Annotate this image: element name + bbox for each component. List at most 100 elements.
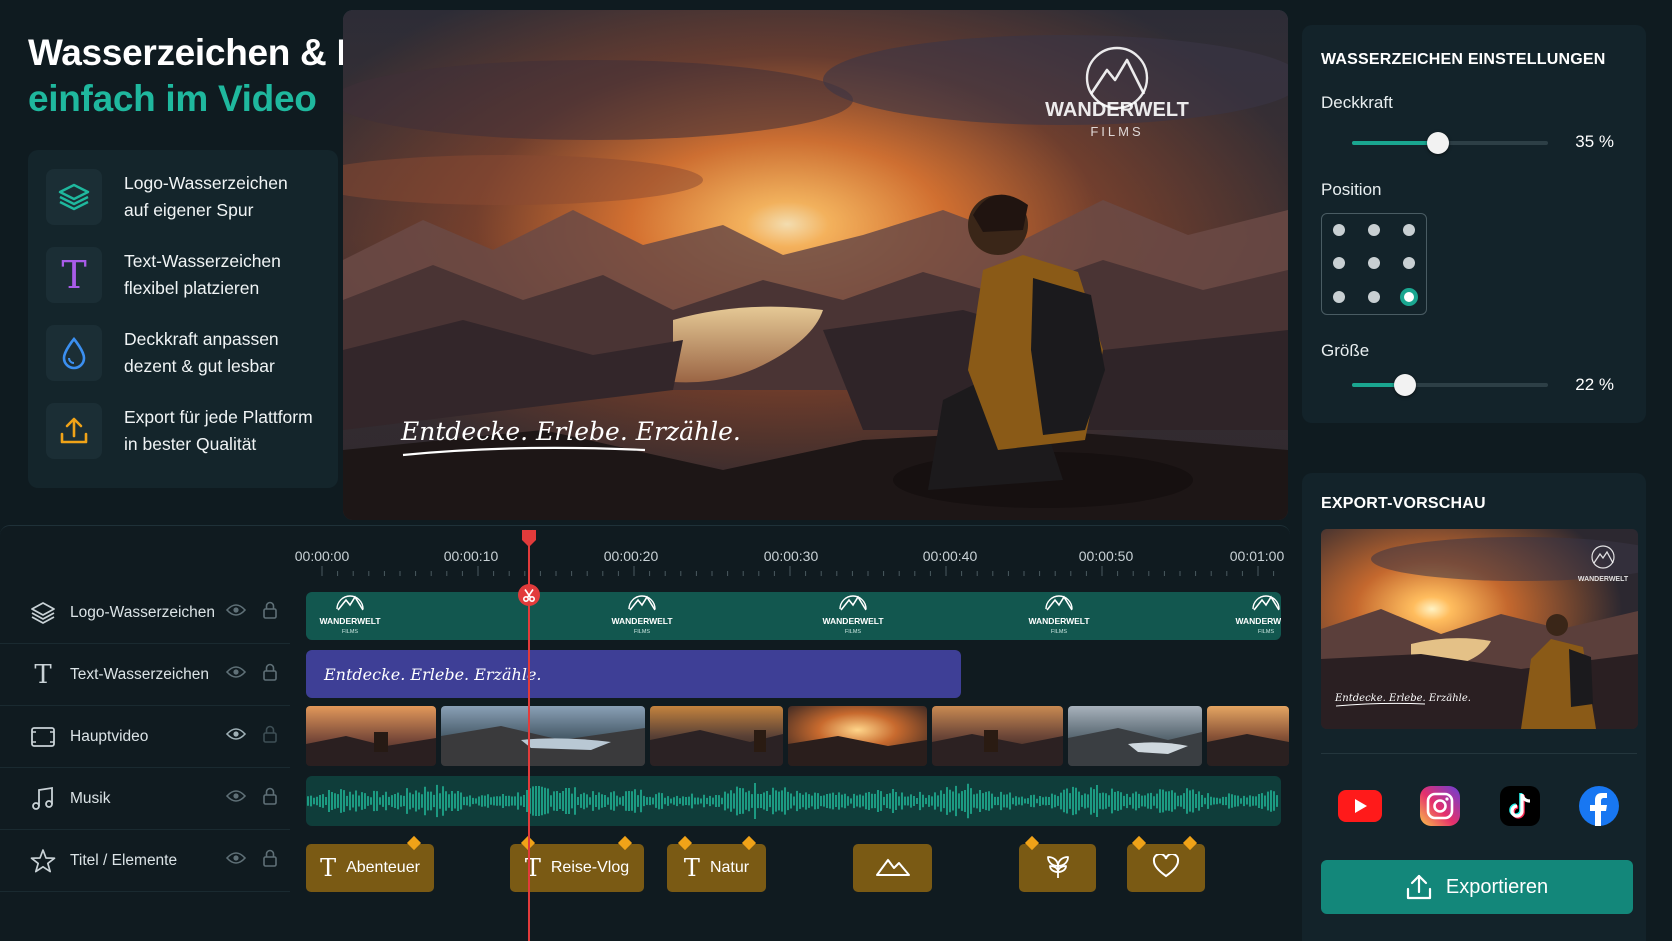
- track-titles-elements[interactable]: Titel / Elemente: [0, 830, 290, 892]
- watermark-text: Entdecke. Erlebe. Erzähle.: [400, 417, 741, 446]
- lock-icon[interactable]: [262, 663, 278, 686]
- size-value: 22 %: [1575, 375, 1614, 394]
- feature-title: Export für jede Plattform: [124, 407, 313, 427]
- position-top-center[interactable]: [1368, 224, 1380, 236]
- position-middle-right[interactable]: [1403, 257, 1415, 269]
- watermark-logo-subtext: FILMS: [1090, 124, 1143, 139]
- title-clip-abenteuer[interactable]: T Abenteuer: [306, 844, 434, 892]
- tiktok-icon[interactable]: [1497, 783, 1543, 829]
- feature-title: Logo-Wasserzeichen: [124, 173, 288, 193]
- position-top-left[interactable]: [1333, 224, 1345, 236]
- track-name: Titel / Elemente: [70, 851, 178, 869]
- export-button[interactable]: Exportieren: [1321, 860, 1633, 914]
- export-thumb-watermark-text: Entdecke. Erlebe. Erzähle.: [1334, 693, 1471, 704]
- title-clip-reise-vlog[interactable]: T Reise-Vlog: [510, 844, 644, 892]
- video-preview[interactable]: WANDERWELT FILMS Entdecke. Erlebe. Erzäh…: [343, 10, 1288, 520]
- track-main-video[interactable]: Hauptvideo: [0, 706, 290, 768]
- video-clip[interactable]: [650, 706, 783, 766]
- ruler-label: 00:00:50: [1078, 548, 1134, 564]
- eye-icon[interactable]: [225, 603, 247, 622]
- video-frame-icon: [29, 723, 57, 751]
- element-clip-plant[interactable]: [1019, 844, 1096, 892]
- size-slider-thumb[interactable]: [1393, 374, 1416, 396]
- facebook-icon[interactable]: [1576, 783, 1622, 829]
- playhead-handle[interactable]: [520, 530, 538, 548]
- watermark-logo-text: WANDERWELT: [1045, 99, 1189, 121]
- timeline-panel: 00:00:00 00:00:10 00:00:20 00:00:30 00:0…: [0, 525, 1290, 941]
- text-t-icon: T: [46, 247, 102, 303]
- track-logo-watermark[interactable]: Logo-Wasserzeichen: [0, 582, 290, 644]
- lock-icon[interactable]: [262, 787, 278, 810]
- lock-icon[interactable]: [262, 849, 278, 872]
- text-t-icon: T: [34, 659, 52, 690]
- feature-logo-watermark: Logo-Wasserzeichen auf eigener Spur: [46, 164, 336, 230]
- export-thumbnail-image: WANDERWELT Entdecke. Erlebe. Erzähle.: [1321, 529, 1638, 729]
- opacity-slider-thumb[interactable]: [1427, 132, 1450, 154]
- feature-title: Text-Wasserzeichen: [124, 251, 281, 271]
- position-top-right[interactable]: [1403, 224, 1415, 236]
- instagram-icon[interactable]: [1417, 783, 1463, 829]
- eye-icon[interactable]: [225, 789, 247, 808]
- feature-opacity: Deckkraft anpassen dezent & gut lesbar: [46, 320, 336, 386]
- svg-text:FILMS: FILMS: [1051, 629, 1068, 635]
- eye-icon[interactable]: [225, 851, 247, 870]
- track-music[interactable]: Musik: [0, 768, 290, 830]
- eye-icon[interactable]: [225, 727, 247, 746]
- svg-text:FILMS: FILMS: [342, 629, 359, 635]
- element-clip-heart[interactable]: [1127, 844, 1205, 892]
- ruler-label: 00:01:00: [1229, 548, 1285, 564]
- export-preview-panel: EXPORT-VORSCHAU WANDERWELT Entdecke. Erl…: [1302, 473, 1646, 941]
- youtube-icon[interactable]: [1337, 783, 1383, 829]
- position-bottom-center[interactable]: [1368, 291, 1380, 303]
- element-clip-mountain[interactable]: [853, 844, 932, 892]
- video-clip[interactable]: [1068, 706, 1202, 766]
- text-t-icon: T: [683, 854, 700, 882]
- text-clip-label: Entdecke. Erlebe. Erzähle.: [324, 664, 542, 684]
- svg-text:FILMS: FILMS: [845, 629, 862, 635]
- music-clip[interactable]: [306, 776, 1281, 826]
- watermark-settings-panel: WASSERZEICHEN EINSTELLUNGEN Deckkraft 35…: [1302, 25, 1646, 423]
- svg-text:WANDERWELT: WANDERWELT: [1578, 576, 1629, 583]
- video-clip[interactable]: [306, 706, 436, 766]
- logo-clip-mark: WANDERWELT FILMS: [611, 595, 673, 635]
- text-watermark-clip[interactable]: Entdecke. Erlebe. Erzähle.: [306, 650, 961, 698]
- lock-icon[interactable]: [262, 725, 278, 748]
- video-clip[interactable]: [788, 706, 927, 766]
- video-clip[interactable]: [1207, 706, 1289, 766]
- logo-clip-mark: WANDERWELT FILMS: [319, 595, 381, 635]
- video-clip[interactable]: [932, 706, 1063, 766]
- star-icon: [29, 847, 57, 875]
- heart-icon: [1152, 852, 1180, 883]
- track-name: Logo-Wasserzeichen: [70, 603, 216, 621]
- ruler-label: 00:00:20: [603, 548, 659, 564]
- scissors-icon[interactable]: [518, 584, 540, 606]
- track-text-watermark[interactable]: T Text-Wasserzeichen: [0, 644, 290, 706]
- lock-icon[interactable]: [262, 601, 278, 624]
- opacity-label: Deckkraft: [1321, 93, 1393, 112]
- svg-text:WANDERWELT: WANDERWELT: [611, 616, 673, 626]
- svg-text:FILMS: FILMS: [634, 629, 651, 635]
- logo-watermark-clip[interactable]: WANDERWELT FILMS WANDERWELT FILMS WANDERWELT…: [306, 592, 1281, 640]
- opacity-slider[interactable]: [1352, 132, 1548, 154]
- track-name: Musik: [70, 789, 111, 807]
- position-middle-left[interactable]: [1333, 257, 1345, 269]
- ruler-label: 00:00:40: [922, 548, 978, 564]
- eye-icon[interactable]: [225, 665, 247, 684]
- mountain-icon: [875, 855, 911, 882]
- title-clip-natur[interactable]: T Natur: [667, 844, 766, 892]
- opacity-value: 35 %: [1575, 132, 1614, 151]
- video-clip[interactable]: [441, 706, 645, 766]
- size-slider[interactable]: [1352, 374, 1548, 396]
- export-thumbnail[interactable]: WANDERWELT Entdecke. Erlebe. Erzähle.: [1321, 529, 1638, 729]
- track-name: Text-Wasserzeichen: [70, 665, 209, 683]
- logo-clip-mark: WANDERWELT FILMS: [822, 595, 884, 635]
- position-bottom-left[interactable]: [1333, 291, 1345, 303]
- upload-icon: [1406, 873, 1432, 901]
- position-center[interactable]: [1368, 257, 1380, 269]
- position-bottom-right[interactable]: [1400, 288, 1418, 306]
- upload-icon: [46, 403, 102, 459]
- text-t-icon: T: [320, 854, 337, 882]
- track-name: Hauptvideo: [70, 727, 149, 745]
- position-grid[interactable]: [1321, 213, 1427, 315]
- opacity-slider-fill: [1352, 141, 1439, 145]
